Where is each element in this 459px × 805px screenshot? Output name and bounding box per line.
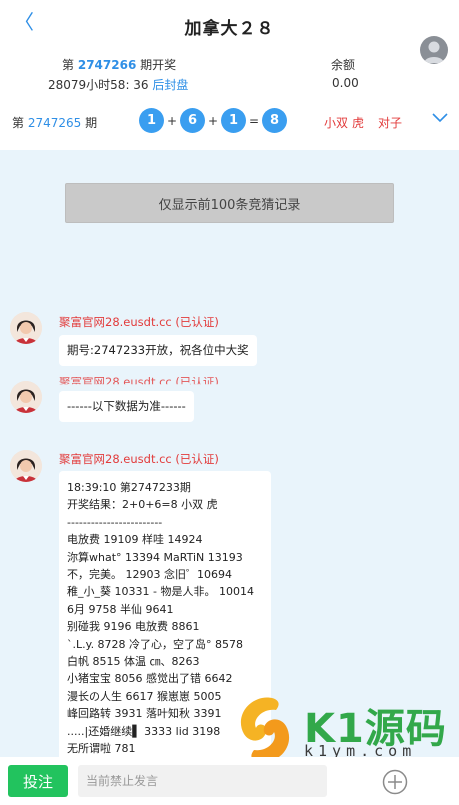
balance-value: 0.00 xyxy=(332,76,359,90)
ball-2: 6 xyxy=(180,108,205,133)
header: 〈 加拿大２８ xyxy=(0,0,459,50)
countdown: 28079小时58: 36 后封盘 xyxy=(48,76,188,93)
issue-number: 2747266 xyxy=(77,58,137,72)
k1-logo-art xyxy=(240,697,290,763)
chat-input[interactable] xyxy=(78,765,327,797)
show-100-records-button[interactable]: 仅显示前100条竞猜记录 xyxy=(65,183,394,223)
countdown-time: 28079小时58: 36 xyxy=(48,78,149,92)
prev-issue: 第 2747265 期 xyxy=(12,114,97,131)
tag-size-parity: 小双 xyxy=(324,116,349,130)
user-silhouette xyxy=(424,41,444,63)
agent-avatar xyxy=(10,450,42,482)
issue-prefix: 第 xyxy=(62,58,75,72)
user-avatar-icon[interactable] xyxy=(420,36,448,64)
agent-avatar-art xyxy=(10,312,42,344)
chat-area[interactable]: 仅显示前100条竞猜记录 聚富官网28.eusdt.cc (已认证) 期号:27… xyxy=(0,150,459,757)
sender-name: 聚富官网28.eusdt.cc (已认证) xyxy=(59,377,219,389)
current-issue: 第 2747266 期开奖 xyxy=(62,56,176,73)
footer: 投注 xyxy=(0,757,459,805)
plus-sign: + xyxy=(207,113,219,128)
plus-sign: + xyxy=(166,113,178,128)
sender-name: 聚富官网28.eusdt.cc (已认证) xyxy=(59,315,219,329)
ball-3: 1 xyxy=(221,108,246,133)
chevron-down-icon[interactable] xyxy=(430,108,450,128)
k1-logo-icon xyxy=(232,694,298,766)
agent-avatar-art xyxy=(10,450,42,482)
page-title: 加拿大２８ xyxy=(184,19,275,39)
plus-circle-shape xyxy=(382,769,408,795)
tag-dragon-tiger: 虎 xyxy=(352,116,365,130)
agent-avatar xyxy=(10,381,42,413)
equals-sign: = xyxy=(248,113,260,128)
plus-circle-icon[interactable] xyxy=(382,769,408,795)
result-balls: 1 + 6 + 1 = 8 xyxy=(139,108,287,133)
result-tags: 小双虎对子 xyxy=(324,114,410,131)
prev-issue-number: 2747265 xyxy=(27,116,82,130)
last-result: 第 2747265 期 1 + 6 + 1 = 8 小双虎对子 xyxy=(0,98,459,148)
chevron-down-shape xyxy=(432,113,448,123)
ball-sum: 8 xyxy=(262,108,287,133)
balance-label: 余额 xyxy=(331,58,356,72)
prev-issue-prefix: 第 xyxy=(12,116,25,130)
close-text: 后封盘 xyxy=(152,78,189,92)
sender-name: 聚富官网28.eusdt.cc (已认证) xyxy=(59,452,219,466)
tag-pair: 对子 xyxy=(378,116,403,130)
agent-avatar-art xyxy=(10,381,42,413)
issue-suffix: 期开奖 xyxy=(140,58,177,72)
agent-avatar xyxy=(10,312,42,344)
prev-issue-suffix: 期 xyxy=(85,116,98,130)
bet-button[interactable]: 投注 xyxy=(8,765,68,797)
message-bubble: 期号:2747233开放，祝各位中大奖 xyxy=(59,335,257,366)
message-bubble: ------以下数据为准------ xyxy=(59,391,194,422)
ball-1: 1 xyxy=(139,108,164,133)
draw-info: 第 2747266 期开奖 28079小时58: 36 后封盘 余额 0.00 xyxy=(0,36,459,98)
